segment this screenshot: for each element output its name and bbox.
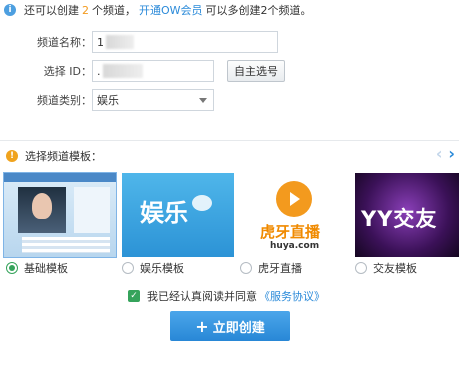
channel-category-value: 娱乐 bbox=[97, 94, 119, 107]
template-option-entertainment[interactable]: 娱乐模板 bbox=[122, 260, 184, 276]
template-option-dating[interactable]: 交友模板 bbox=[355, 260, 417, 276]
template-thumb-entertainment[interactable]: 娱乐 bbox=[122, 173, 234, 257]
agreement-checkbox[interactable]: ✓ bbox=[128, 290, 140, 302]
thumb-header-bar bbox=[4, 173, 116, 182]
template-label: 虎牙直播 bbox=[258, 262, 302, 275]
plus-icon: + bbox=[195, 316, 209, 336]
entertainment-logo: 娱乐 bbox=[140, 199, 188, 227]
exclamation-icon: ! bbox=[6, 150, 18, 162]
template-option-huya[interactable]: 虎牙直播 bbox=[240, 260, 302, 276]
template-thumb-dating[interactable]: YY交友 bbox=[355, 173, 459, 257]
channel-quota-notice: i 还可以创建 2 个频道， 开通OW会员 可以多创建2个频道。 bbox=[4, 3, 312, 17]
channel-id-label: 选择 ID： bbox=[43, 65, 92, 78]
template-option-basic[interactable]: 基础模板 bbox=[6, 260, 68, 276]
radio-button[interactable] bbox=[240, 262, 252, 274]
thumb-text-lines bbox=[22, 237, 110, 253]
agreement-row: ✓ 我已经认真阅读并同意 《服务协议》 bbox=[128, 288, 325, 304]
radio-button[interactable] bbox=[122, 262, 134, 274]
play-icon bbox=[290, 192, 300, 206]
channel-category-row: 频道类别： 娱乐 bbox=[0, 89, 214, 111]
notice-suffix: 可以多创建2个频道。 bbox=[205, 4, 312, 17]
radio-button[interactable] bbox=[6, 262, 18, 274]
info-icon: i bbox=[4, 4, 16, 16]
template-header-label: 选择频道模板： bbox=[25, 150, 102, 163]
channel-name-label: 频道名称： bbox=[37, 36, 92, 49]
template-thumb-huya[interactable]: 虎牙直播 huya.com bbox=[238, 173, 350, 257]
huya-domain-text: huya.com bbox=[270, 241, 320, 251]
template-label: 基础模板 bbox=[24, 262, 68, 275]
agreement-text: 我已经认真阅读并同意 bbox=[147, 290, 257, 303]
huya-logo-text: 虎牙直播 bbox=[260, 223, 321, 241]
channel-id-row: 选择 ID： . 自主选号 bbox=[0, 60, 285, 82]
create-now-button[interactable]: + 立即创建 bbox=[170, 311, 290, 341]
channel-category-label: 频道类别： bbox=[37, 94, 92, 107]
template-pager: ‹ › bbox=[436, 144, 455, 164]
chevron-left-icon[interactable]: ‹ bbox=[436, 144, 443, 164]
channel-name-row: 频道名称： 1 bbox=[0, 31, 278, 53]
channel-category-select[interactable]: 娱乐 bbox=[92, 89, 214, 111]
template-label: 交友模板 bbox=[373, 262, 417, 275]
service-agreement-link[interactable]: 《服务协议》 bbox=[259, 288, 325, 304]
channel-id-input[interactable]: . bbox=[92, 60, 214, 82]
notice-unit: 个频道， bbox=[92, 4, 136, 17]
radio-button[interactable] bbox=[355, 262, 367, 274]
redacted-id bbox=[102, 64, 143, 78]
redacted-name bbox=[106, 35, 134, 49]
channel-id-value: . bbox=[97, 64, 101, 78]
chevron-right-icon[interactable]: › bbox=[448, 144, 455, 164]
self-select-number-button[interactable]: 自主选号 bbox=[227, 60, 285, 82]
speech-bubble-icon bbox=[192, 195, 212, 211]
notice-prefix: 还可以创建 bbox=[24, 4, 79, 17]
template-section-header: ! 选择频道模板： bbox=[6, 148, 102, 164]
section-divider bbox=[0, 140, 459, 141]
thumb-avatar-figure bbox=[32, 193, 52, 219]
template-label: 娱乐模板 bbox=[140, 262, 184, 275]
channel-name-value: 1 bbox=[97, 35, 104, 49]
create-button-label: 立即创建 bbox=[212, 320, 265, 336]
remaining-count: 2 bbox=[82, 3, 89, 17]
dating-logo-text: YY交友 bbox=[361, 207, 438, 231]
channel-name-input[interactable]: 1 bbox=[92, 31, 278, 53]
thumb-side-panel bbox=[74, 187, 110, 233]
template-thumb-basic[interactable] bbox=[3, 172, 117, 258]
ow-membership-link[interactable]: 开通OW会员 bbox=[139, 2, 203, 18]
chevron-down-icon bbox=[199, 97, 207, 103]
